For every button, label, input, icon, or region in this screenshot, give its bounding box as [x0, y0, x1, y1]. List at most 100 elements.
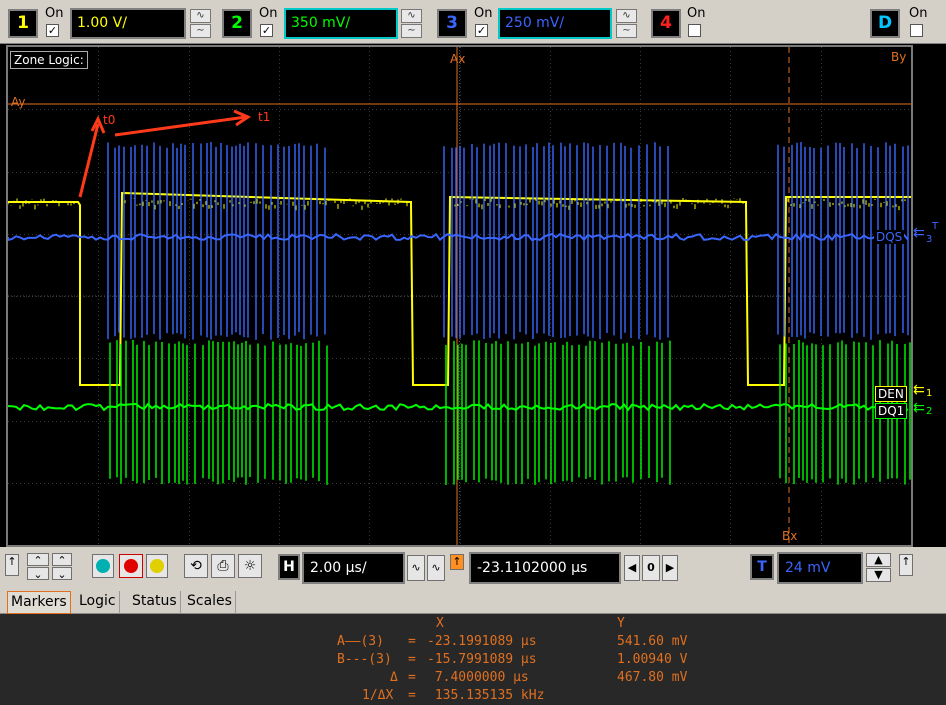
channel-3-ac-coupling-icon[interactable]: ∿ — [616, 9, 637, 23]
digital-on-label: On — [909, 6, 927, 21]
brightness-icon[interactable]: ☼ — [238, 554, 262, 578]
channel-1-button[interactable]: 1 — [8, 9, 38, 38]
channel-1-dc-coupling-icon[interactable]: ∼ — [190, 24, 211, 38]
channel-3-ground-number: 3 — [926, 234, 932, 245]
autoscale-icon[interactable]: ⟲ — [184, 554, 208, 578]
delay-left-icon[interactable]: ◀ — [624, 555, 640, 581]
delta-name: Δ — [390, 669, 398, 687]
trigger-level-field[interactable]: 24 mV — [777, 552, 863, 584]
scroll-down-alt-icon[interactable]: ⌄ — [52, 567, 72, 580]
channel-3-scale[interactable]: 250 mV/ — [498, 8, 612, 39]
annotation-arrow-t1 — [115, 117, 246, 135]
channel-2-ac-coupling-icon[interactable]: ∿ — [401, 9, 422, 23]
tab-status[interactable]: Status — [129, 591, 181, 614]
single-button[interactable] — [146, 554, 168, 578]
marker-a-x: -23.1991089 µs — [427, 633, 537, 651]
delay-reference-icon[interactable]: ↑ — [450, 554, 464, 570]
markers-readout-panel: X Y A——(3) = -23.1991089 µs 541.60 mV B-… — [0, 614, 946, 705]
channel-3-ground-icon[interactable]: ⇇ — [913, 225, 925, 241]
marker-bx-label[interactable]: Bx — [782, 529, 797, 543]
channel-2-on-checkbox[interactable]: ✓ — [260, 24, 273, 37]
digital-channels-button[interactable]: D — [870, 9, 900, 38]
channel-4-on-label: On — [687, 6, 705, 21]
marker-ay-label[interactable]: Ay — [11, 95, 26, 109]
delta-y: 467.80 mV — [617, 669, 687, 687]
readout-header-x: X — [436, 615, 444, 633]
cursor-up-icon[interactable]: ↑ — [5, 554, 19, 576]
print-icon[interactable]: ⎙ — [211, 554, 235, 578]
timebase-field[interactable]: 2.00 µs/ — [302, 552, 405, 584]
marker-ax-label[interactable]: Ax — [450, 52, 465, 66]
scroll-up-icon[interactable]: ⌃ — [27, 553, 49, 566]
channel-2-ground-number: 2 — [926, 406, 932, 417]
marker-b-x: -15.7991089 µs — [427, 651, 537, 669]
tab-markers[interactable]: Markers — [7, 591, 71, 614]
scroll-down-icon[interactable]: ⌄ — [27, 567, 49, 580]
readout-header-y: Y — [617, 615, 625, 633]
timebase-fine-icon[interactable]: ∿ — [407, 555, 425, 581]
channel-2-button[interactable]: 2 — [222, 9, 252, 38]
channel-1-scale[interactable]: 1.00 V/ — [70, 8, 186, 39]
channel-4-on-checkbox[interactable] — [688, 24, 701, 37]
channel-1-on-label: On — [45, 6, 63, 21]
channel-2-dc-coupling-icon[interactable]: ∼ — [401, 24, 422, 38]
stop-button[interactable] — [119, 554, 143, 578]
den-noise — [8, 198, 908, 210]
annotation-t1: t1 — [258, 110, 270, 124]
run-cyan-button[interactable] — [92, 554, 114, 578]
dqs-channel-label: DQS — [874, 230, 904, 244]
digital-on-checkbox[interactable] — [910, 24, 923, 37]
dqs-burst-edges — [108, 142, 908, 340]
channel-4-button[interactable]: 4 — [651, 9, 681, 38]
cursor-up-right-icon[interactable]: ↑ — [899, 554, 913, 576]
trigger-level-up-icon[interactable]: ▲ — [866, 553, 891, 567]
dq1-burst-edges — [110, 340, 910, 485]
marker-b-name: B---(3) — [337, 651, 392, 669]
delay-right-icon[interactable]: ▶ — [662, 555, 678, 581]
channel-bar: 1 On ✓ 1.00 V/ ∿ ∼ 2 On ✓ 350 mV/ ∿ ∼ 3 … — [0, 0, 946, 44]
channel-1-on-checkbox[interactable]: ✓ — [46, 24, 59, 37]
marker-b-eq: = — [408, 651, 416, 669]
inverse-delta-name: 1/ΔX — [362, 687, 393, 705]
delta-eq: = — [408, 669, 416, 687]
horizontal-button[interactable]: H — [278, 554, 300, 580]
annotation-t0: t0 — [103, 113, 115, 127]
marker-by-label[interactable]: By — [891, 50, 906, 64]
ground-reference-strip: ⇇ 3 T ⇇ 1 ⇇ 2 — [913, 45, 946, 547]
waveforms — [8, 47, 911, 545]
channel-3-dc-coupling-icon[interactable]: ∼ — [616, 24, 637, 38]
marker-b-y: 1.00940 V — [617, 651, 687, 669]
dqs-waveform — [8, 234, 908, 240]
channel-1-ground-icon[interactable]: ⇇ — [913, 382, 925, 398]
waveform-display[interactable]: Zone Logic: Ax Ay Bx By t0 t1 DQS DEN DQ… — [6, 45, 913, 547]
channel-3-on-checkbox[interactable]: ✓ — [475, 24, 488, 37]
marker-a-name: A——(3) — [337, 633, 384, 651]
channel-2-on-label: On — [259, 6, 277, 21]
marker-a-eq: = — [408, 633, 416, 651]
oscilloscope-app: 1 On ✓ 1.00 V/ ∿ ∼ 2 On ✓ 350 mV/ ∿ ∼ 3 … — [0, 0, 946, 705]
channel-1-ground-number: 1 — [926, 388, 932, 399]
delay-field[interactable]: -23.1102000 µs — [469, 552, 621, 584]
channel-2-scale[interactable]: 350 mV/ — [284, 8, 398, 39]
trigger-button[interactable]: T — [750, 554, 774, 580]
scroll-up-alt-icon[interactable]: ⌃ — [52, 553, 72, 566]
tab-bar: Markers Logic Status Scales — [0, 589, 946, 614]
timebase-coarse-icon[interactable]: ∿ — [427, 555, 445, 581]
channel-2-ground-icon[interactable]: ⇇ — [913, 400, 925, 416]
trigger-level-down-icon[interactable]: ▼ — [866, 568, 891, 582]
trigger-level-marker: T — [932, 221, 938, 232]
channel-3-on-label: On — [474, 6, 492, 21]
inverse-delta-x: 135.135135 kHz — [427, 687, 544, 705]
inverse-delta-eq: = — [408, 687, 416, 705]
zone-logic-label[interactable]: Zone Logic: — [10, 51, 88, 69]
tab-scales[interactable]: Scales — [184, 591, 236, 614]
annotation-arrow-t0 — [80, 124, 98, 197]
channel-1-ac-coupling-icon[interactable]: ∿ — [190, 9, 211, 23]
tab-logic[interactable]: Logic — [76, 591, 120, 614]
control-bar: ↑ ⌃ ⌄ ⌃ ⌄ ⟲ ⎙ ☼ H 2.00 µs/ ∿ ∿ ↑ -23.110… — [0, 547, 946, 589]
den-channel-label: DEN — [875, 386, 907, 402]
delta-x: 7.4000000 µs — [427, 669, 529, 687]
delay-center-button[interactable]: 0 — [642, 555, 660, 581]
dq1-channel-label: DQ1 — [875, 403, 907, 419]
channel-3-button[interactable]: 3 — [437, 9, 467, 38]
